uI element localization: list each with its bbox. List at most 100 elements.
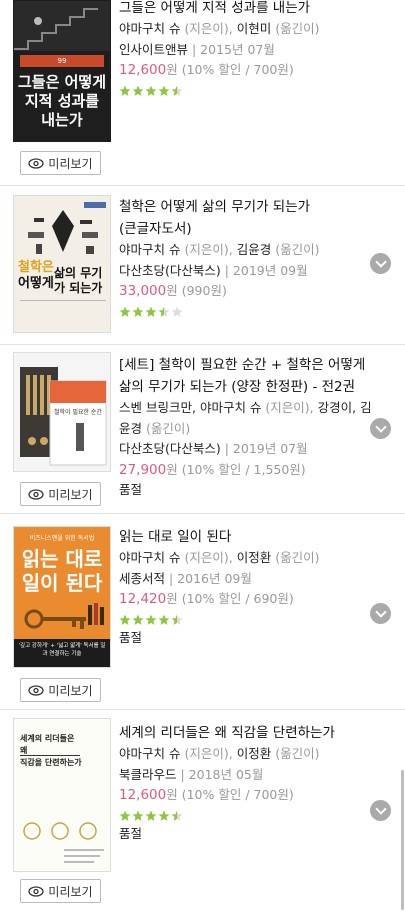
cover-title: 읽는 대로 일이 된다 [21, 547, 103, 595]
book-publication: 다산초당(다산북스) | 2019년 09월 [119, 262, 308, 278]
book-title[interactable]: 그들은 어떻게 지적 성과를 내는가 [119, 0, 375, 19]
expand-chevron-button[interactable] [370, 418, 391, 439]
scrollbar[interactable] [401, 770, 404, 910]
expand-chevron-button[interactable] [370, 603, 391, 624]
book-info: 그들은 어떻게 지적 성과를 내는가 야마구치 슈 (지은이), 이현미 (옮긴… [119, 0, 375, 99]
author-name[interactable]: 야마구치 슈 [119, 550, 180, 565]
star-icon [119, 85, 131, 96]
star-rating [119, 808, 375, 824]
publisher-name[interactable]: 인사이트앤뷰 [119, 42, 188, 57]
book-credits: 야마구치 슈 (지은이), 이정환 (옮긴이) [119, 746, 320, 761]
book-price: 27,900원 (10% 할인 / 1,550원) [119, 461, 306, 478]
cover-title: 철학은 어떻게 [18, 260, 54, 291]
book-item: 99 그들은 어떻게 지적 성과를 내는가 그들은 어떻게 지적 성과를 내는가… [0, 0, 405, 185]
star-icon [132, 810, 144, 821]
book-item: 철학이 필요한 순간 [세트] 철학이 필요한 순간 + 철학은 어떻게 삶의 … [0, 345, 405, 513]
eye-icon [28, 157, 45, 169]
cover-small-text: 비즈니스맨을 위한 독서법 [29, 535, 95, 542]
book-publication: 북클라우드 | 2018년 05월 [119, 766, 264, 782]
preview-button[interactable]: 미리보기 [20, 151, 101, 175]
book-cover[interactable]: 99 그들은 어떻게 지적 성과를 내는가 [13, 0, 111, 142]
book-cover[interactable]: 세계의 리더들은 왜 직감을 단련하는가 [13, 718, 111, 872]
book-item: 철학은 어떻게 삶의 무기가 되는가 철학은 어떻게 삶의 무기가 되는가 (큰… [0, 186, 405, 344]
book-price: 33,000원 (990원) [119, 283, 227, 299]
publisher-name[interactable]: 다산초당(다산북스) [119, 441, 221, 456]
book-cover[interactable]: 철학이 필요한 순간 [13, 352, 111, 472]
book-publication: 인사이트앤뷰 | 2015년 07월 [119, 41, 275, 57]
star-icon [145, 306, 157, 317]
author-name[interactable]: 야마구치 슈 [200, 400, 261, 415]
expand-chevron-button[interactable] [370, 253, 391, 274]
book-price: 12,600원 (10% 할인 / 700원) [119, 62, 294, 78]
book-item: 세계의 리더들은 왜 직감을 단련하는가 세계의 리더들은 왜 직감을 단련하는… [0, 710, 405, 913]
star-icon [132, 614, 144, 625]
star-icon [171, 810, 183, 821]
preview-button[interactable]: 미리보기 [20, 678, 101, 702]
book-title[interactable]: 읽는 대로 일이 된다 [119, 526, 375, 548]
book-info: 읽는 대로 일이 된다 야마구치 슈 (지은이), 이정환 (옮긴이) 세종서적… [119, 526, 375, 648]
translator-name[interactable]: 김윤경 [237, 242, 272, 257]
star-icon [145, 85, 157, 96]
book-title[interactable]: 세계의 리더들은 왜 직감을 단련하는가 [119, 722, 375, 744]
book-title[interactable]: [세트] 철학이 필요한 순간 + 철학은 어떻게 삶의 무기가 되는가 (양장… [119, 354, 375, 398]
book-credits: 스벤 브링크만, 야마구치 슈 (지은이), 강경이, 김윤경 (옮긴이) [119, 400, 372, 436]
eye-icon [28, 885, 45, 897]
author-name[interactable]: 야마구치 슈 [119, 21, 180, 36]
star-icon [119, 306, 131, 317]
book-credits: 야마구치 슈 (지은이), 이현미 (옮긴이) [119, 21, 320, 36]
sold-out-status: 품절 [119, 629, 143, 645]
book-price: 12,600원 (10% 할인 / 700원) [119, 787, 294, 803]
publisher-name[interactable]: 북클라우드 [119, 767, 177, 782]
star-icon [158, 306, 170, 317]
publisher-name[interactable]: 다산초당(다산북스) [119, 263, 221, 278]
cover-title: 철학이 필요한 순간 [54, 409, 102, 416]
star-icon [158, 85, 170, 96]
book-info: [세트] 철학이 필요한 순간 + 철학은 어떻게 삶의 무기가 되는가 (양장… [119, 354, 375, 501]
star-icon [119, 810, 131, 821]
star-icon [158, 810, 170, 821]
star-rating [119, 304, 375, 320]
sold-out-status: 품절 [119, 825, 143, 841]
star-rating [119, 83, 375, 99]
eye-icon [28, 684, 45, 696]
sold-out-status: 품절 [119, 482, 143, 497]
book-credits: 야마구치 슈 (지은이), 김윤경 (옮긴이) [119, 242, 320, 257]
star-icon [171, 614, 183, 625]
cover-badge: 99 [20, 55, 104, 67]
book-info: 철학은 어떻게 삶의 무기가 되는가 (큰글자도서) 야마구치 슈 (지은이),… [119, 196, 375, 320]
star-icon [171, 306, 183, 317]
book-cover[interactable]: 철학은 어떻게 삶의 무기가 되는가 [13, 195, 111, 333]
stairs-illustration [14, 1, 110, 51]
book-price: 12,420원 (10% 할인 / 690원) [119, 591, 294, 607]
star-icon [158, 614, 170, 625]
translator-name[interactable]: 이정환 [237, 746, 272, 761]
cover-decoration [20, 755, 104, 863]
cover-bottom-text: '깊고 강하게' + '넓고 얇게' 독서를 일과 연결하는 기술 [14, 639, 110, 667]
key-illustration [24, 603, 104, 629]
book-title[interactable]: 철학은 어떻게 삶의 무기가 되는가 (큰글자도서) [119, 196, 375, 240]
book-publication: 세종서적 | 2016년 09월 [119, 570, 252, 586]
cover-title: 그들은 어떻게 지적 성과를 내는가 [17, 73, 107, 129]
preview-button[interactable]: 미리보기 [20, 482, 101, 506]
star-icon [145, 810, 157, 821]
preview-button[interactable]: 미리보기 [20, 879, 101, 903]
translator-name[interactable]: 이현미 [237, 21, 272, 36]
star-icon [132, 85, 144, 96]
translator-name[interactable]: 이정환 [237, 550, 272, 565]
eye-icon [28, 488, 45, 500]
book-publication: 다산초당(다산북스) | 2019년 07월 [119, 441, 308, 456]
expand-chevron-button[interactable] [370, 800, 391, 821]
cover-subtitle: 삶의 무기가 되는가 [54, 266, 103, 295]
author-name[interactable]: 스벤 브링크만, [119, 400, 196, 415]
translator-name[interactable]: 강경이, [318, 400, 356, 415]
author-name[interactable]: 야마구치 슈 [119, 242, 180, 257]
book-info: 세계의 리더들은 왜 직감을 단련하는가 야마구치 슈 (지은이), 이정환 (… [119, 722, 375, 844]
publisher-name[interactable]: 세종서적 [119, 571, 165, 586]
star-icon [171, 85, 183, 96]
star-rating [119, 612, 375, 628]
author-name[interactable]: 야마구치 슈 [119, 746, 180, 761]
book-cover[interactable]: 비즈니스맨을 위한 독서법 읽는 대로 일이 된다 '깊고 강하게' + '넓고… [13, 526, 111, 668]
book-item: 비즈니스맨을 위한 독서법 읽는 대로 일이 된다 '깊고 강하게' + '넓고… [0, 514, 405, 709]
star-icon [119, 614, 131, 625]
star-icon [145, 614, 157, 625]
